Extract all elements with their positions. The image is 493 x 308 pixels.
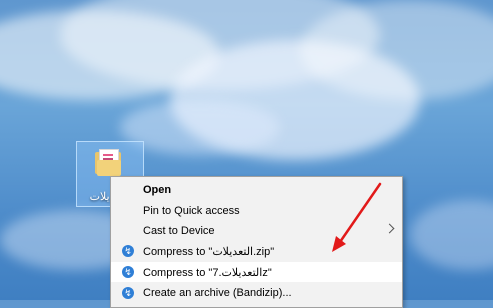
menu-item-label: Pin to Quick access xyxy=(143,205,240,217)
folder-icon xyxy=(95,148,125,178)
menu-item-compress-7z[interactable]: ↯ Compress to "التعديلات.7z" xyxy=(111,262,402,282)
menu-item-label: Compress to "التعديلات.7z" xyxy=(143,266,272,279)
menu-item-compress-zip[interactable]: ↯ Compress to "التعديلات.zip" xyxy=(111,241,402,261)
context-menu: Open Pin to Quick access Cast to Device … xyxy=(110,176,403,308)
cloud xyxy=(410,200,493,270)
bandizip-icon: ↯ xyxy=(122,287,134,299)
chevron-right-icon xyxy=(384,223,395,234)
menu-item-label: Open xyxy=(143,184,172,196)
menu-item-label: Create an archive (Bandizip)... xyxy=(143,287,292,299)
bandizip-icon: ↯ xyxy=(122,245,134,257)
menu-item-cast-to-device[interactable]: Cast to Device xyxy=(111,221,402,241)
menu-item-label: Compress to "التعديلات.zip" xyxy=(143,245,275,258)
menu-item-open[interactable]: Open xyxy=(111,180,402,200)
menu-item-create-archive[interactable]: ↯ Create an archive (Bandizip)... xyxy=(111,283,402,303)
cloud xyxy=(120,100,280,155)
menu-item-pin-quick-access[interactable]: Pin to Quick access xyxy=(111,201,402,221)
menu-item-label: Cast to Device xyxy=(143,225,215,237)
bandizip-icon: ↯ xyxy=(122,266,134,278)
